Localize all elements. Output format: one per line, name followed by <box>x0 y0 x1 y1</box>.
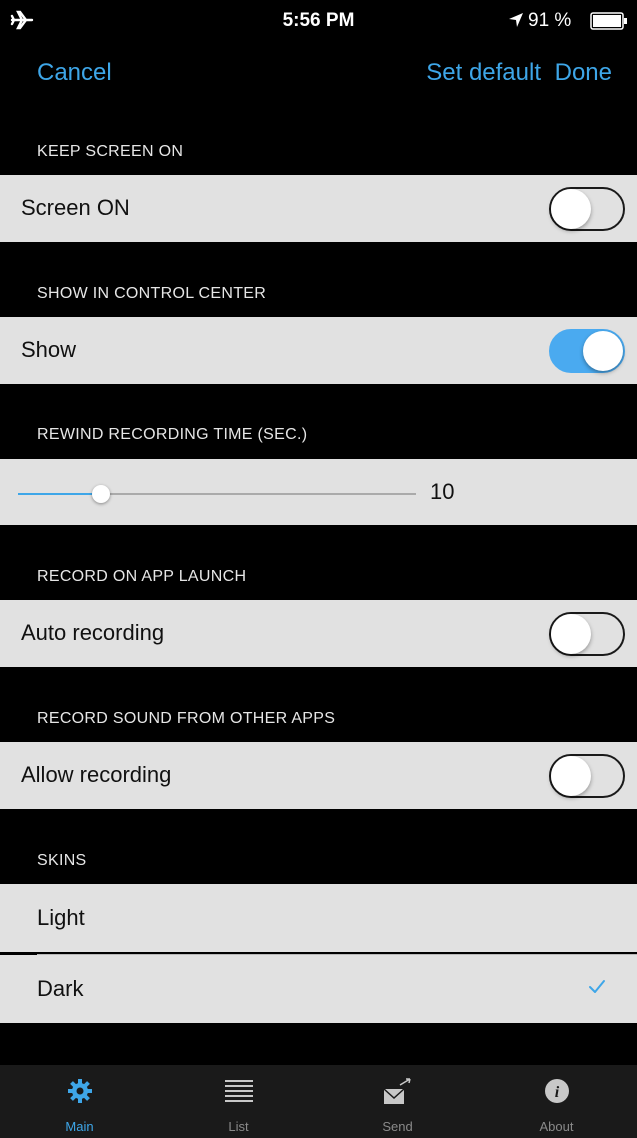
allow-recording-label: Allow recording <box>21 762 172 787</box>
skin-option-light[interactable]: Light <box>0 884 637 952</box>
checkmark-icon <box>589 980 605 993</box>
section-header-skins: SKINS <box>37 852 87 869</box>
skin-dark-label: Dark <box>37 976 84 1001</box>
toggle-knob <box>551 756 591 796</box>
row-auto-recording: Auto recording <box>0 600 637 667</box>
tab-about[interactable]: i About <box>477 1065 636 1138</box>
allow-recording-toggle[interactable] <box>549 754 625 798</box>
section-header-rewind: REWIND RECORDING TIME (SEC.) <box>37 426 308 443</box>
slider-thumb[interactable] <box>92 485 110 503</box>
divider <box>37 954 637 955</box>
slider-track[interactable] <box>101 493 416 495</box>
auto-recording-label: Auto recording <box>21 620 165 645</box>
tab-send-label: Send <box>382 1119 413 1134</box>
done-button[interactable]: Done <box>555 59 612 87</box>
navigation-bar: Cancel Set default Done <box>0 55 637 95</box>
row-rewind-slider: 10 <box>0 459 637 525</box>
show-label: Show <box>21 337 77 362</box>
tab-list-label: List <box>228 1119 249 1134</box>
section-header-keep-screen: KEEP SCREEN ON <box>37 143 184 160</box>
cancel-button[interactable]: Cancel <box>37 59 112 87</box>
section-header-app-launch: RECORD ON APP LAUNCH <box>37 568 247 585</box>
toggle-knob <box>551 614 591 654</box>
tab-bar: Main List Send i About <box>0 1065 637 1138</box>
tab-send[interactable]: Send <box>318 1065 477 1138</box>
battery-icon <box>590 12 627 30</box>
gear-icon <box>67 1079 92 1103</box>
auto-recording-toggle[interactable] <box>549 612 625 656</box>
row-screen-on: Screen ON <box>0 175 637 242</box>
tab-main-label: Main <box>65 1119 94 1134</box>
location-arrow-icon <box>509 13 523 27</box>
rewind-value: 10 <box>430 479 455 504</box>
battery-percentage: 91 % <box>528 10 572 31</box>
send-mail-icon <box>382 1078 411 1104</box>
section-header-control-center: SHOW IN CONTROL CENTER <box>37 285 267 302</box>
section-header-other-apps: RECORD SOUND FROM OTHER APPS <box>37 710 336 727</box>
row-show: Show <box>0 317 637 384</box>
toggle-knob <box>551 189 591 229</box>
show-toggle[interactable] <box>549 329 625 373</box>
tab-main[interactable]: Main <box>0 1065 159 1138</box>
skin-light-label: Light <box>37 905 85 930</box>
tab-list[interactable]: List <box>159 1065 318 1138</box>
set-default-button[interactable]: Set default <box>426 59 541 87</box>
screen-on-toggle[interactable] <box>549 187 625 231</box>
toggle-knob <box>583 331 623 371</box>
row-allow-recording: Allow recording <box>0 742 637 809</box>
screen-on-label: Screen ON <box>21 195 130 220</box>
info-icon: i <box>544 1079 569 1103</box>
slider-track-filled <box>18 493 101 495</box>
list-icon <box>224 1080 253 1102</box>
svg-text:i: i <box>554 1084 559 1101</box>
tab-about-label: About <box>539 1119 574 1134</box>
status-bar: 5:56 PM 91 % <box>0 0 637 40</box>
skin-option-dark[interactable]: Dark <box>0 955 637 1023</box>
